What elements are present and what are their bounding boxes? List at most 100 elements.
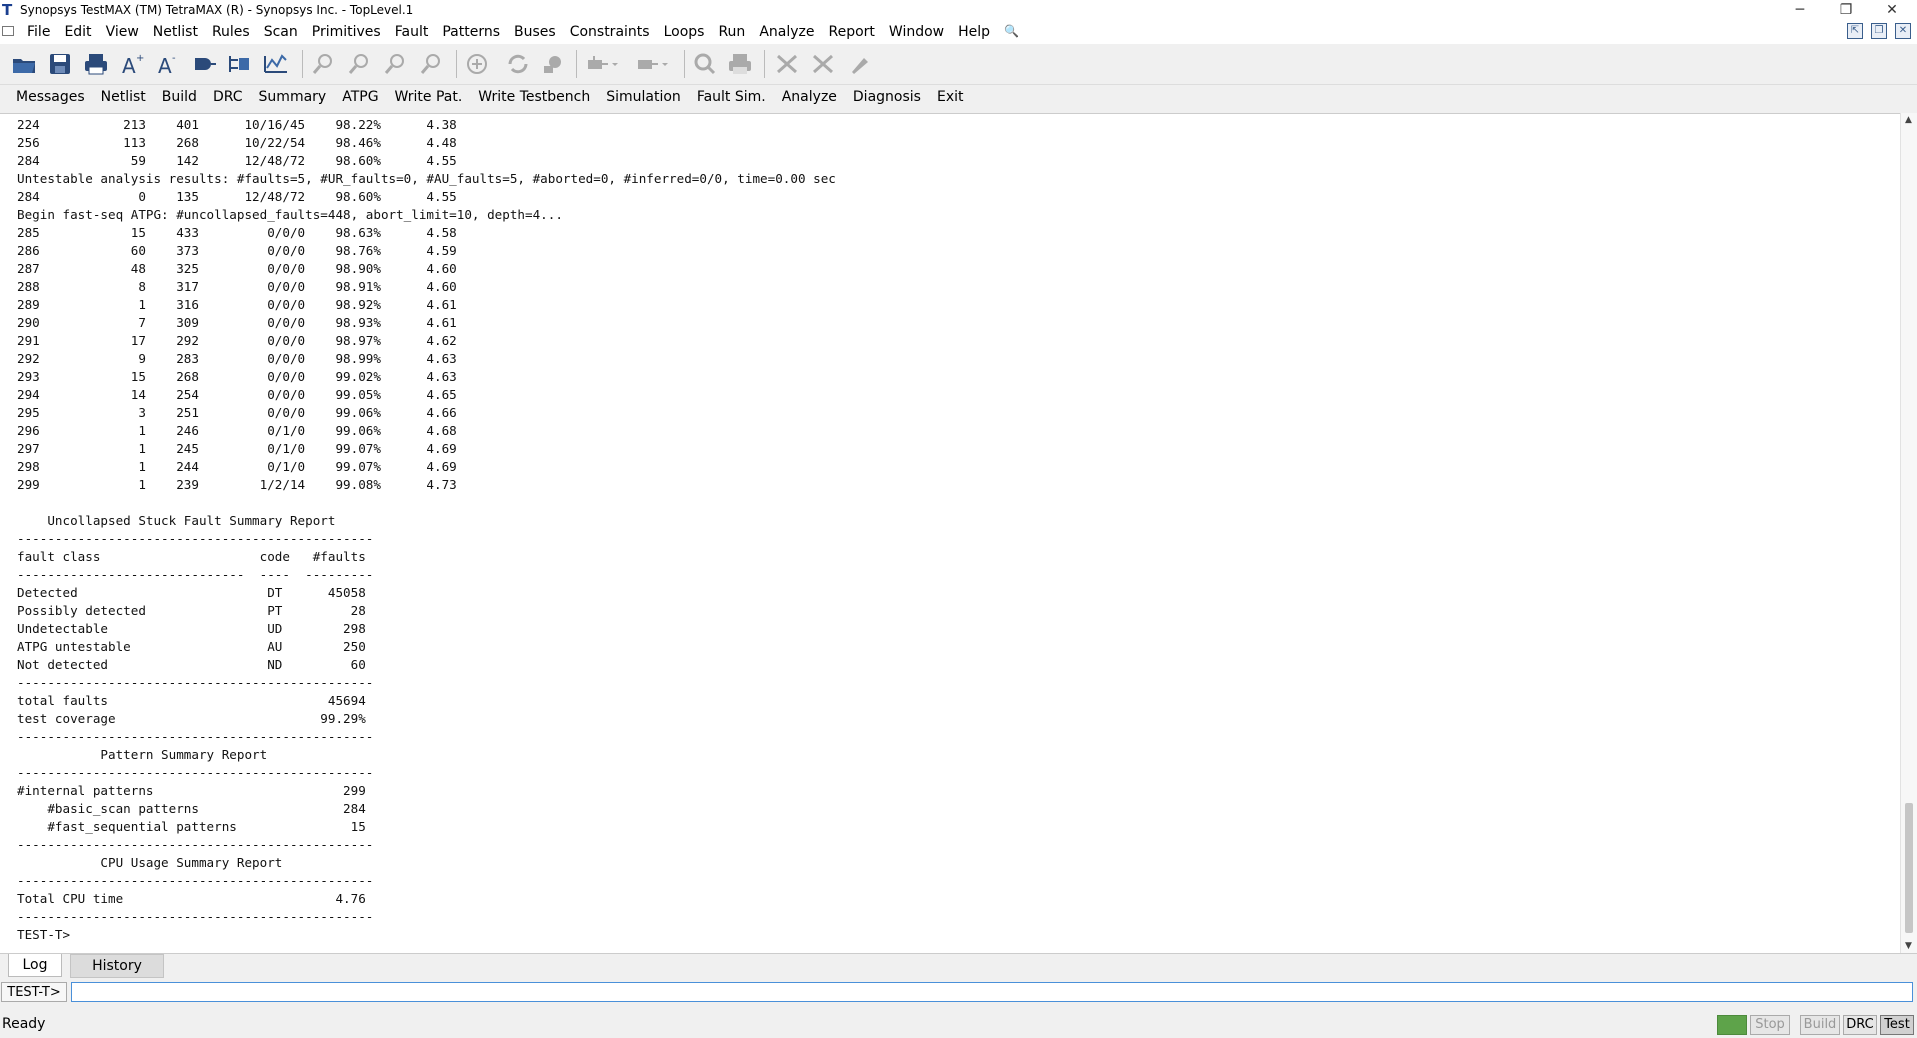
open-folder-icon[interactable] bbox=[10, 51, 38, 77]
cmd-atpg-button[interactable]: ATPG bbox=[334, 87, 386, 107]
transcript-line: ----------------------------------------… bbox=[17, 675, 374, 690]
transcript-line: 290 7 309 0/0/0 98.93% 4.61 bbox=[17, 315, 457, 330]
cmd-drc-button[interactable]: DRC bbox=[205, 87, 251, 107]
transcript-line: Untestable analysis results: #faults=5, … bbox=[17, 171, 836, 186]
chevron-down-icon[interactable] bbox=[608, 51, 622, 77]
menu-analyze[interactable]: Analyze bbox=[752, 24, 821, 40]
transcript-line: Uncollapsed Stuck Fault Summary Report bbox=[17, 513, 336, 528]
transcript-line: Possibly detected PT 28 bbox=[17, 603, 366, 618]
transcript-line: 288 8 317 0/0/0 98.91% 4.60 bbox=[17, 279, 457, 294]
print-icon[interactable] bbox=[82, 51, 110, 77]
menu-primitives[interactable]: Primitives bbox=[305, 24, 388, 40]
cmd-summary-button[interactable]: Summary bbox=[251, 87, 335, 107]
scroll-up-icon[interactable]: ▲ bbox=[1905, 115, 1912, 125]
fault-tool-icon[interactable] bbox=[846, 51, 874, 77]
mdi-close-icon[interactable]: ✕ bbox=[1895, 23, 1911, 39]
menu-loops[interactable]: Loops bbox=[657, 24, 712, 40]
cmd-analyze-button[interactable]: Analyze bbox=[774, 87, 845, 107]
cmd-write-pat-button[interactable]: Write Pat. bbox=[387, 87, 471, 107]
menu-constraints[interactable]: Constraints bbox=[563, 24, 657, 40]
transcript-line: 285 15 433 0/0/0 98.63% 4.58 bbox=[17, 225, 457, 240]
command-prompt: TEST-T> bbox=[1, 982, 67, 1002]
transcript-window[interactable]: 224 213 401 10/16/45 98.22% 4.38 256 113 … bbox=[0, 113, 1900, 954]
menu-window[interactable]: Window bbox=[882, 24, 951, 40]
menu-scan[interactable]: Scan bbox=[257, 24, 305, 40]
zoom-fit-icon[interactable] bbox=[382, 51, 410, 77]
menu-file[interactable]: File bbox=[20, 24, 57, 40]
scan-trace-icon[interactable] bbox=[810, 51, 838, 77]
scroll-down-icon[interactable]: ▼ bbox=[1905, 941, 1912, 951]
drc-mode-button[interactable]: DRC bbox=[1843, 1015, 1877, 1035]
transcript-line: 256 113 268 10/22/54 98.46% 4.48 bbox=[17, 135, 457, 150]
test-mode-button[interactable]: Test bbox=[1880, 1015, 1914, 1035]
transcript-line: ----------------------------------------… bbox=[17, 765, 374, 780]
restore-button[interactable]: ❐ bbox=[1823, 0, 1869, 20]
tab-history[interactable]: History bbox=[70, 954, 164, 978]
cmd-messages-button[interactable]: Messages bbox=[8, 87, 93, 107]
close-button[interactable]: ✕ bbox=[1869, 0, 1915, 20]
menu-netlist[interactable]: Netlist bbox=[146, 24, 205, 40]
save-icon[interactable] bbox=[46, 51, 74, 77]
title-bar: T Synopsys TestMAX (TM) TetraMAX (R) - S… bbox=[0, 0, 1917, 20]
zoom-full-icon[interactable] bbox=[463, 51, 491, 77]
cmd-exit-button[interactable]: Exit bbox=[929, 87, 972, 107]
zoom-out-icon[interactable] bbox=[346, 51, 374, 77]
transcript-line: Undetectable UD 298 bbox=[17, 621, 366, 636]
menu-fault[interactable]: Fault bbox=[388, 24, 436, 40]
svg-text:A: A bbox=[122, 54, 136, 76]
tab-log[interactable]: Log bbox=[8, 954, 62, 977]
zoom-in-icon[interactable] bbox=[310, 51, 338, 77]
font-smaller-icon[interactable]: A- bbox=[154, 51, 182, 77]
stop-button[interactable]: Stop bbox=[1750, 1015, 1790, 1035]
tetramax-logo-icon: T bbox=[2, 1, 13, 19]
cmd-netlist-button[interactable]: Netlist bbox=[93, 87, 154, 107]
cmd-write-testbench-button[interactable]: Write Testbench bbox=[470, 87, 598, 107]
minimize-button[interactable]: ─ bbox=[1777, 0, 1823, 20]
search-icon[interactable]: 🔍 bbox=[997, 24, 1026, 40]
scan-chain-icon[interactable] bbox=[774, 51, 802, 77]
netlist-icon[interactable] bbox=[190, 51, 218, 77]
command-input[interactable] bbox=[71, 982, 1913, 1002]
scroll-thumb[interactable] bbox=[1905, 803, 1913, 933]
cmd-build-button[interactable]: Build bbox=[154, 87, 205, 107]
menu-view[interactable]: View bbox=[99, 24, 146, 40]
transcript-line: Pattern Summary Report bbox=[17, 747, 268, 762]
transcript-line: #basic_scan patterns 284 bbox=[17, 801, 366, 816]
zoom-area-icon[interactable] bbox=[418, 51, 446, 77]
svg-text:+: + bbox=[136, 53, 144, 64]
transcript-line: ----------------------------------------… bbox=[17, 873, 374, 888]
gear-plug-icon[interactable] bbox=[540, 51, 568, 77]
menu-buses[interactable]: Buses bbox=[507, 24, 563, 40]
schematic-icon[interactable] bbox=[226, 51, 254, 77]
transcript-line: Total CPU time 4.76 bbox=[17, 891, 366, 906]
system-menu-icon[interactable] bbox=[2, 26, 14, 36]
transcript-line: 292 9 283 0/0/0 98.99% 4.63 bbox=[17, 351, 457, 366]
find-icon[interactable] bbox=[690, 51, 718, 77]
menu-report[interactable]: Report bbox=[821, 24, 881, 40]
menu-help[interactable]: Help bbox=[951, 24, 997, 40]
cmd-diagnosis-button[interactable]: Diagnosis bbox=[845, 87, 929, 107]
menu-patterns[interactable]: Patterns bbox=[435, 24, 507, 40]
cmd-fault-sim-button[interactable]: Fault Sim. bbox=[689, 87, 774, 107]
transcript-scrollbar[interactable]: ▲ ▼ bbox=[1900, 113, 1917, 953]
menu-edit[interactable]: Edit bbox=[57, 24, 98, 40]
transcript-line: 284 59 142 12/48/72 98.60% 4.55 bbox=[17, 153, 457, 168]
menu-run[interactable]: Run bbox=[711, 24, 752, 40]
font-larger-icon[interactable]: A + bbox=[118, 51, 146, 77]
transcript-line: 294 14 254 0/0/0 99.05% 4.65 bbox=[17, 387, 457, 402]
transcript-line: 297 1 245 0/1/0 99.07% 4.69 bbox=[17, 441, 457, 456]
build-mode-button[interactable]: Build bbox=[1800, 1015, 1840, 1035]
svg-text:A: A bbox=[158, 54, 172, 76]
cmd-simulation-button[interactable]: Simulation bbox=[598, 87, 689, 107]
menu-bar: File Edit View Netlist Rules Scan Primit… bbox=[0, 20, 1917, 44]
refresh-icon[interactable] bbox=[504, 51, 532, 77]
print-schematic-icon[interactable] bbox=[726, 51, 754, 77]
transcript-line: 289 1 316 0/0/0 98.92% 4.61 bbox=[17, 297, 457, 312]
transcript-line: 287 48 325 0/0/0 98.90% 4.60 bbox=[17, 261, 457, 276]
menu-rules[interactable]: Rules bbox=[205, 24, 257, 40]
mdi-restore-icon[interactable]: ⇱ bbox=[1847, 23, 1863, 39]
mdi-tile-icon[interactable]: ❐ bbox=[1871, 23, 1887, 39]
transcript-line: total faults 45694 bbox=[17, 693, 366, 708]
waveform-icon[interactable] bbox=[262, 51, 290, 77]
chevron-down-icon[interactable] bbox=[658, 51, 672, 77]
